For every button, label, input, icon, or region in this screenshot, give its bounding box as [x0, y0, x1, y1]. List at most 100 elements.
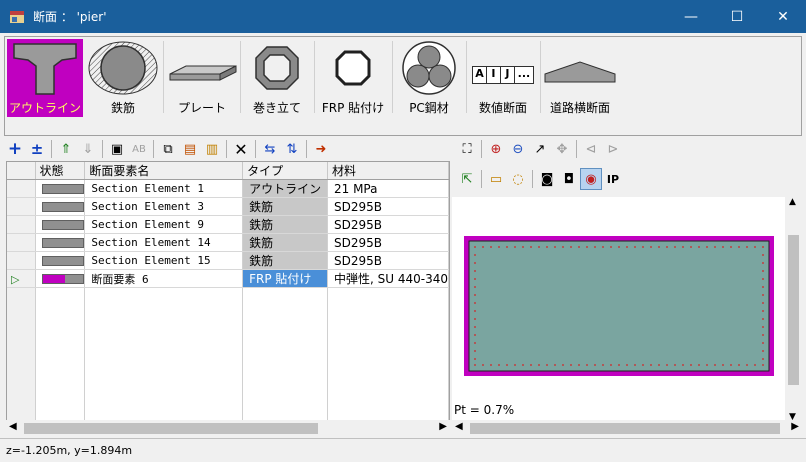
scroll-left-icon[interactable]: ◀	[9, 421, 17, 432]
row-header[interactable]	[7, 197, 36, 216]
select-rect-icon[interactable]: ▭	[485, 168, 507, 190]
type-cell[interactable]: アウトライン	[242, 179, 328, 198]
numeric-icon-letter: ...	[517, 67, 531, 80]
select-icon[interactable]: ⇱	[456, 168, 478, 190]
pan-icon[interactable]: ✥	[551, 138, 573, 160]
preview-pane: ⛶ ⊕ ⊖ ↗ ✥ ⊲ ⊳ ⇱ ▭ ◌ ◙ ◘ ◉ IP Pt = 0.7% ▲…	[452, 137, 802, 437]
name-cell[interactable]: Section Element 15	[84, 251, 244, 270]
copy-icon[interactable]: ⧉	[157, 138, 179, 160]
fit-view-icon[interactable]: ⛶	[456, 138, 478, 160]
rebar-dot	[506, 246, 508, 248]
row-header[interactable]	[7, 179, 36, 198]
window-title: 断面 ： 'pier'	[33, 10, 107, 24]
export-icon[interactable]: ➜	[310, 138, 332, 160]
current-row-arrow-icon: ▷	[11, 272, 20, 286]
grid-horizontal-scrollbar[interactable]: ◀ ▶	[6, 420, 450, 437]
back-icon[interactable]: ⊲	[580, 138, 602, 160]
zoom-out-icon[interactable]: ⊖	[507, 138, 529, 160]
zoom-arrow-icon[interactable]: ↗	[529, 138, 551, 160]
pc-strand-button[interactable]: PC鋼材	[393, 39, 465, 117]
scroll-up-icon[interactable]: ▲	[789, 197, 796, 207]
rebar-dot	[610, 246, 612, 248]
preview-scroll-thumb[interactable]	[788, 235, 799, 385]
image-icon[interactable]: ▣	[106, 138, 128, 160]
rebar-dot	[474, 246, 476, 248]
material-cell[interactable]: SD295B	[327, 233, 449, 252]
mirror-vertical-icon[interactable]: ⇅	[281, 138, 303, 160]
status-indicator	[41, 202, 84, 212]
camera-icon[interactable]: ◙	[536, 168, 558, 190]
frp-button[interactable]: FRP 貼付け	[315, 39, 391, 117]
scroll-right-icon[interactable]: ▶	[791, 421, 799, 432]
preview-horizontal-scrollbar[interactable]: ◀ ▶	[452, 420, 802, 437]
table-row[interactable]: Section Element 1 アウトライン 21 MPa	[7, 179, 449, 198]
table-row[interactable]: Section Element 9 鉄筋 SD295B	[7, 215, 449, 234]
numeric-section-button[interactable]: A I J ... 数値断面	[467, 39, 539, 117]
material-cell[interactable]: 21 MPa	[327, 179, 449, 198]
import-icon[interactable]: ▥	[201, 138, 223, 160]
rebar-dot	[546, 246, 548, 248]
row-header[interactable]	[7, 215, 36, 234]
maximize-button[interactable]: ☐	[714, 0, 760, 33]
mirror-horizontal-icon[interactable]: ⇆	[259, 138, 281, 160]
numeric-icon-letter: J	[501, 67, 515, 83]
row-header[interactable]	[7, 251, 36, 270]
scroll-right-icon[interactable]: ▶	[439, 421, 447, 432]
minimize-button[interactable]: —	[668, 0, 714, 33]
column-header-material[interactable]: 材料	[327, 162, 449, 180]
jacketing-button[interactable]: 巻き立て	[241, 39, 313, 117]
row-header[interactable]: ▷	[7, 269, 36, 288]
type-cell[interactable]: 鉄筋	[242, 251, 328, 270]
status-cell	[35, 233, 86, 252]
grid-scroll-thumb[interactable]	[24, 423, 318, 434]
table-row[interactable]: Section Element 3 鉄筋 SD295B	[7, 197, 449, 216]
name-cell[interactable]: Section Element 14	[84, 233, 244, 252]
rebar-dot	[554, 364, 556, 366]
name-cell[interactable]: Section Element 3	[84, 197, 244, 216]
type-cell[interactable]: 鉄筋	[242, 233, 328, 252]
column-header-name[interactable]: 断面要素名	[84, 162, 244, 180]
status-indicator	[41, 256, 84, 266]
outline-button[interactable]: アウトライン	[7, 39, 83, 117]
reinforcement-ratio: Pt = 0.7%	[454, 403, 515, 417]
section-preview-canvas[interactable]	[452, 197, 802, 422]
type-cell[interactable]: 鉄筋	[242, 197, 328, 216]
preview-hscroll-thumb[interactable]	[470, 423, 780, 434]
material-cell[interactable]: 中弾性, SU 440-340	[327, 269, 449, 288]
paste-icon[interactable]: ▤	[179, 138, 201, 160]
material-cell[interactable]: SD295B	[327, 197, 449, 216]
zoom-in-icon[interactable]: ⊕	[485, 138, 507, 160]
type-cell[interactable]: 鉄筋	[242, 215, 328, 234]
camera-folder-icon[interactable]: ◘	[558, 168, 580, 190]
close-button[interactable]: ✕	[760, 0, 806, 33]
display-options-icon[interactable]: ◉	[580, 168, 602, 190]
rebar-button[interactable]: 鉄筋	[85, 39, 161, 117]
properties-icon[interactable]: IP	[602, 168, 624, 190]
move-down-icon[interactable]: ⇓	[77, 138, 99, 160]
table-row[interactable]: Section Element 14 鉄筋 SD295B	[7, 233, 449, 252]
move-up-icon[interactable]: ⇑	[55, 138, 77, 160]
table-row[interactable]: ▷ 断面要素 6 FRP 貼付け 中弾性, SU 440-340	[7, 269, 449, 288]
plate-button[interactable]: プレート	[165, 39, 239, 117]
rebar-dot	[538, 246, 540, 248]
rename-icon[interactable]: AB	[128, 138, 150, 160]
type-cell[interactable]: FRP 貼付け	[242, 269, 328, 288]
column-header-status[interactable]: 状態	[35, 162, 86, 180]
name-cell[interactable]: Section Element 1	[84, 179, 244, 198]
preview-vertical-scrollbar[interactable]: ▲ ▼	[785, 197, 802, 422]
road-cross-section-button[interactable]: 道路横断面	[541, 39, 619, 117]
rebar-dot	[618, 246, 620, 248]
select-lasso-icon[interactable]: ◌	[507, 168, 529, 190]
insert-icon[interactable]: ±	[26, 138, 48, 160]
material-cell[interactable]: SD295B	[327, 251, 449, 270]
name-cell[interactable]: Section Element 9	[84, 215, 244, 234]
scroll-left-icon[interactable]: ◀	[455, 421, 463, 432]
material-cell[interactable]: SD295B	[327, 215, 449, 234]
row-header[interactable]	[7, 233, 36, 252]
table-row[interactable]: Section Element 15 鉄筋 SD295B	[7, 251, 449, 270]
column-header-type[interactable]: タイプ	[242, 162, 328, 180]
forward-icon[interactable]: ⊳	[602, 138, 624, 160]
delete-icon[interactable]: ✕	[230, 138, 252, 160]
name-cell[interactable]: 断面要素 6	[84, 269, 244, 288]
add-icon[interactable]: +	[4, 138, 26, 160]
